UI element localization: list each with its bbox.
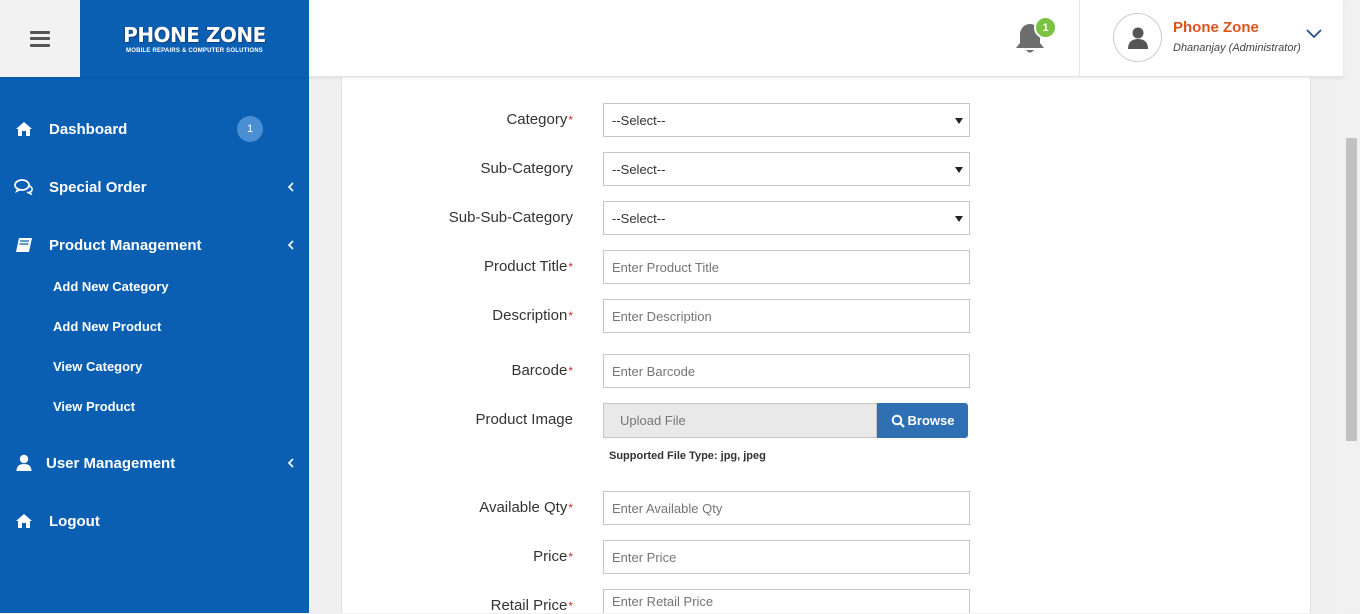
notifications-button[interactable]: 1 bbox=[1012, 16, 1057, 56]
upload-file-field[interactable]: Upload File bbox=[603, 403, 877, 438]
description-input[interactable]: Enter Description bbox=[603, 299, 970, 333]
sub-sub-category-value: --Select-- bbox=[612, 210, 666, 226]
user-name: Phone Zone bbox=[1173, 19, 1259, 36]
sidebar-item-label: Product Management bbox=[49, 236, 202, 254]
chevron-left-icon bbox=[287, 240, 294, 250]
logo[interactable]: PHONE ZONE MOBILE REPAIRS & COMPUTER SOL… bbox=[80, 0, 309, 77]
sidebar-item-dashboard[interactable]: Dashboard 1 bbox=[0, 109, 309, 149]
hamburger-icon bbox=[30, 30, 50, 47]
category-label: Category* bbox=[506, 111, 573, 128]
sidebar-subitem-view-product[interactable]: View Product bbox=[53, 399, 135, 414]
category-value: --Select-- bbox=[612, 112, 666, 128]
category-select[interactable]: --Select-- bbox=[603, 103, 970, 137]
user-icon bbox=[14, 454, 34, 472]
scrollbar-thumb[interactable] bbox=[1346, 138, 1357, 441]
search-icon bbox=[891, 414, 905, 428]
retail-price-label: Retail Price* bbox=[490, 597, 573, 614]
available-qty-label: Available Qty* bbox=[479, 499, 573, 516]
sidebar: Dashboard 1 Special Order Product Manage… bbox=[0, 77, 309, 613]
chevron-down-icon[interactable] bbox=[1305, 26, 1323, 40]
menu-toggle-button[interactable] bbox=[0, 0, 80, 77]
logo-brand: PHONE ZONE bbox=[123, 23, 266, 47]
user-role: Dhananjay (Administrator) bbox=[1173, 42, 1301, 54]
description-label: Description* bbox=[492, 307, 573, 324]
available-qty-input[interactable]: Enter Available Qty bbox=[603, 491, 970, 525]
sidebar-item-label: Special Order bbox=[49, 178, 147, 196]
sub-category-select[interactable]: --Select-- bbox=[603, 152, 970, 186]
sidebar-subitem-add-new-product[interactable]: Add New Product bbox=[53, 319, 161, 334]
home-icon bbox=[14, 120, 34, 138]
divider bbox=[1079, 0, 1080, 77]
top-bar: PHONE ZONE MOBILE REPAIRS & COMPUTER SOL… bbox=[0, 0, 1343, 77]
sub-category-value: --Select-- bbox=[612, 161, 666, 177]
sidebar-item-label: Logout bbox=[49, 512, 100, 530]
sidebar-item-logout[interactable]: Logout bbox=[0, 501, 309, 541]
caret-down-icon bbox=[955, 167, 963, 173]
home-icon bbox=[14, 512, 34, 530]
price-input[interactable]: Enter Price bbox=[603, 540, 970, 574]
sidebar-item-product-management[interactable]: Product Management bbox=[0, 225, 309, 265]
sub-sub-category-select[interactable]: --Select-- bbox=[603, 201, 970, 235]
product-title-label: Product Title* bbox=[483, 258, 573, 275]
sub-category-label: Sub-Category bbox=[480, 160, 573, 177]
logo-tagline: MOBILE REPAIRS & COMPUTER SOLUTIONS bbox=[126, 48, 263, 54]
retail-price-input[interactable]: Enter Retail Price bbox=[603, 589, 970, 613]
price-label: Price* bbox=[533, 548, 573, 565]
chevron-left-icon bbox=[287, 458, 294, 468]
chevron-left-icon bbox=[287, 182, 294, 192]
barcode-label: Barcode* bbox=[511, 362, 573, 379]
sidebar-item-user-management[interactable]: User Management bbox=[0, 443, 309, 483]
product-title-input[interactable]: Enter Product Title bbox=[603, 250, 970, 284]
user-avatar-icon bbox=[1127, 27, 1148, 49]
product-image-label: Product Image bbox=[475, 411, 573, 428]
sidebar-subitem-add-new-category[interactable]: Add New Category bbox=[53, 279, 169, 294]
notification-badge: 1 bbox=[1034, 16, 1057, 39]
comments-icon bbox=[14, 178, 34, 196]
sidebar-item-label: Dashboard bbox=[49, 120, 128, 138]
sidebar-subitem-view-category[interactable]: View Category bbox=[53, 359, 142, 374]
sidebar-item-label: User Management bbox=[46, 454, 176, 472]
browse-label: Browse bbox=[907, 413, 955, 428]
barcode-input[interactable]: Enter Barcode bbox=[603, 354, 970, 388]
file-type-hint: Supported File Type: jpg, jpeg bbox=[609, 450, 766, 462]
dashboard-badge: 1 bbox=[237, 116, 263, 142]
avatar[interactable] bbox=[1113, 13, 1162, 62]
sub-sub-category-label: Sub-Sub-Category bbox=[448, 209, 573, 226]
sidebar-item-special-order[interactable]: Special Order bbox=[0, 167, 309, 207]
caret-down-icon bbox=[955, 216, 963, 222]
browse-button[interactable]: Browse bbox=[877, 403, 968, 438]
caret-down-icon bbox=[955, 118, 963, 124]
book-icon bbox=[14, 236, 34, 254]
